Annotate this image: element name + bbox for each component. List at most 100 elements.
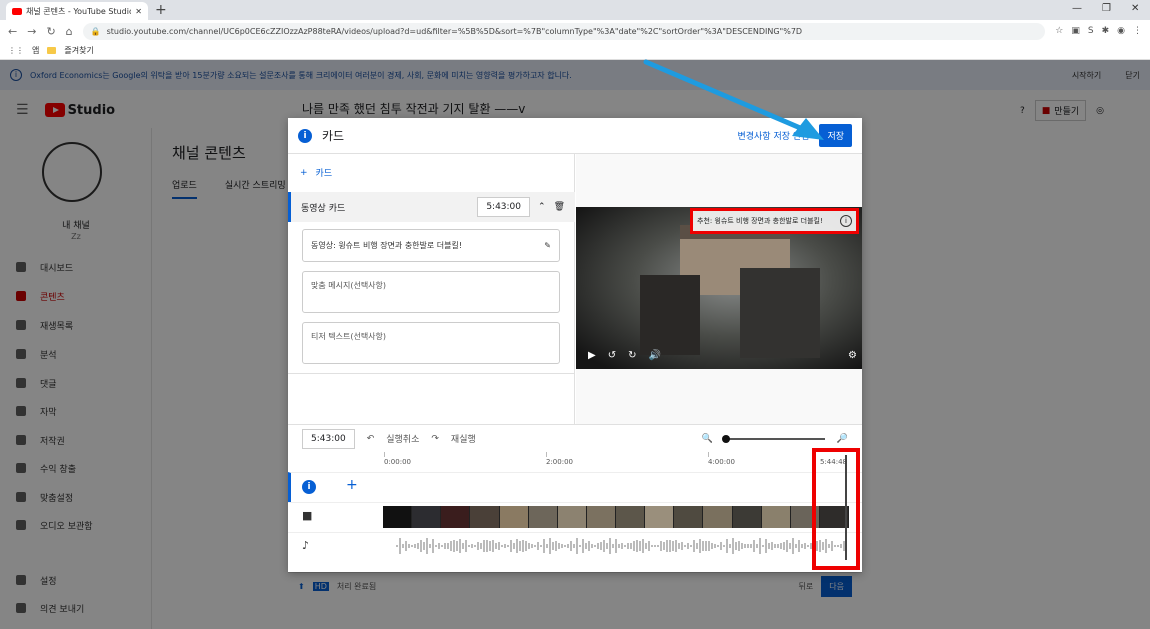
waveform-bar <box>804 543 806 549</box>
waveform-bar <box>615 539 617 553</box>
waveform-bar <box>669 540 671 552</box>
video-camera-icon: ■ <box>302 509 313 522</box>
minimize-button[interactable]: — <box>1072 3 1082 14</box>
waveform-bar <box>738 540 740 552</box>
home-icon[interactable]: ⌂ <box>66 25 73 38</box>
card-teaser-preview[interactable]: 추천: 윙슈트 비행 장면과 충한발로 더블킬! i <box>690 208 859 234</box>
waveform-bar <box>462 543 464 549</box>
waveform-bar <box>744 544 746 548</box>
play-icon[interactable]: ▶ <box>588 350 596 361</box>
forward-icon[interactable]: → <box>27 25 36 38</box>
waveform-bar <box>486 540 488 552</box>
waveform-bar <box>663 542 665 550</box>
ruler-tick <box>546 452 547 457</box>
bookmark-apps[interactable]: 앱 <box>32 45 39 56</box>
redo-icon[interactable]: ↷ <box>431 434 439 444</box>
waveform-bar <box>474 544 476 548</box>
waveform-bar <box>762 544 764 548</box>
waveform-bar <box>648 540 650 552</box>
waveform-bar <box>429 544 431 548</box>
thumbnail-frame <box>557 506 587 528</box>
redo-button[interactable]: 재실행 <box>451 432 476 445</box>
bookmark-favorites[interactable]: 즐겨찾기 <box>64 45 93 56</box>
lock-icon: 🔒 <box>90 26 101 36</box>
waveform-bar <box>639 541 641 551</box>
waveform-bar <box>444 543 446 549</box>
zoom-out-icon[interactable]: 🔍 <box>702 434 713 444</box>
waveform-bar <box>504 543 506 549</box>
waveform-bar <box>402 543 404 549</box>
waveform-bar <box>597 543 599 549</box>
waveform-bar <box>771 541 773 551</box>
waveform-bar <box>798 539 800 553</box>
waveform-bar <box>795 544 797 548</box>
more-icon[interactable]: ⋮ <box>1133 26 1142 36</box>
waveform-bar <box>750 543 752 549</box>
waveform-bar <box>651 544 653 548</box>
video-card-row[interactable]: 동영상 카드 5:43:00 ⌃ 🗑 <box>288 192 575 222</box>
waveform-bar <box>672 540 674 552</box>
forward-10-icon[interactable]: ↻ <box>628 350 636 361</box>
zoom-slider-knob[interactable] <box>721 434 730 443</box>
browser-tab-bar <box>0 0 1150 20</box>
settings-gear-icon[interactable]: ⚙ <box>848 350 857 361</box>
trash-icon[interactable]: 🗑 <box>554 202 565 212</box>
close-window-button[interactable]: ✕ <box>1131 3 1139 14</box>
url-field[interactable]: 🔒 studio.youtube.com/channel/UC6p0CE6cZZ… <box>82 22 1046 40</box>
browser-tab[interactable]: 채널 콘텐츠 - YouTube Studio ✕ <box>6 2 148 20</box>
zoom-slider[interactable] <box>721 434 825 443</box>
undo-icon[interactable]: ↶ <box>367 434 375 444</box>
waveform-bar <box>603 539 605 553</box>
waveform-bar <box>666 539 668 553</box>
video-controls: ▶ ↺ ↻ 🔊 <box>588 350 661 361</box>
thumbnail-frame <box>674 506 704 528</box>
waveform-bar <box>510 540 512 552</box>
waveform-bar <box>708 541 710 551</box>
star-icon[interactable]: ☆ <box>1055 26 1063 36</box>
apps-icon[interactable]: ⋮⋮ <box>8 46 24 55</box>
waveform-bar <box>732 538 734 554</box>
thumbnail-frame <box>528 506 558 528</box>
waveform-bar <box>567 543 569 549</box>
maximize-button[interactable]: ❐ <box>1102 3 1111 14</box>
waveform-bar <box>729 543 731 549</box>
pencil-icon[interactable]: ✎ <box>544 241 551 250</box>
waveform-bar <box>495 542 497 550</box>
profile-icon[interactable]: ◉ <box>1117 26 1125 36</box>
reload-icon[interactable]: ↻ <box>46 25 55 38</box>
add-card-button[interactable]: + 카드 <box>300 166 332 180</box>
card-video-field[interactable]: 동영상: 윙슈트 비행 장면과 충한발로 더블킬! ✎ <box>302 229 560 262</box>
waveform-bar <box>534 544 536 548</box>
volume-icon[interactable]: 🔊 <box>648 350 660 361</box>
waveform-bar <box>630 542 632 550</box>
extension-s-icon[interactable]: S <box>1088 26 1094 36</box>
waveform-bar <box>636 539 638 553</box>
undo-button[interactable]: 실행취소 <box>386 432 419 445</box>
video-thumbnail-strip[interactable] <box>383 506 849 528</box>
waveform-bar <box>528 543 530 549</box>
chevron-up-icon[interactable]: ⌃ <box>538 202 546 212</box>
timeline-time-input[interactable]: 5:43:00 <box>302 428 355 449</box>
card-time-input[interactable]: 5:43:00 <box>477 197 531 217</box>
waveform-bar <box>447 542 449 550</box>
tab-title: 채널 콘텐츠 - YouTube Studio <box>26 6 132 16</box>
waveform-bar <box>522 540 524 552</box>
waveform-bar <box>789 542 791 550</box>
waveform-bar <box>555 540 557 552</box>
custom-message-field[interactable]: 맞춤 메시지(선택사항) <box>302 271 560 313</box>
waveform-bar <box>720 541 722 551</box>
puzzle-icon[interactable]: ✱ <box>1102 26 1110 36</box>
waveform-bar <box>525 541 527 551</box>
waveform-bar <box>501 544 503 548</box>
waveform-bar <box>702 541 704 551</box>
extension-icon[interactable]: ▣ <box>1071 26 1080 36</box>
back-icon[interactable]: ← <box>8 25 17 38</box>
new-tab-button[interactable]: + <box>155 2 167 18</box>
rewind-icon[interactable]: ↺ <box>608 350 616 361</box>
waveform-bar <box>414 543 416 549</box>
waveform-bar <box>513 543 515 549</box>
close-tab-icon[interactable]: ✕ <box>135 7 142 16</box>
teaser-text-field[interactable]: 티저 텍스트(선택사항) <box>302 322 560 364</box>
zoom-in-icon[interactable]: 🔎 <box>837 434 848 444</box>
add-card-track-button[interactable]: + <box>346 477 358 493</box>
